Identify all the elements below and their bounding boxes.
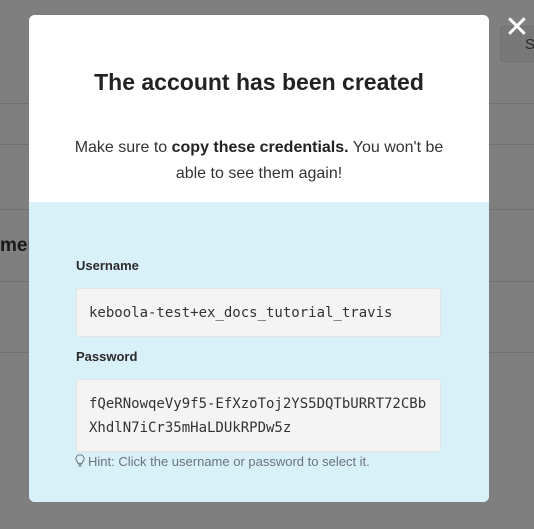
- account-created-modal: The account has been created Make sure t…: [29, 15, 489, 502]
- modal-title: The account has been created: [94, 69, 424, 95]
- credentials-panel: Username keboola-test+ex_docs_tutorial_t…: [29, 202, 489, 502]
- close-icon: ✕: [504, 10, 530, 45]
- hint-text: Hint: Click the username or password to …: [75, 453, 370, 471]
- username-value[interactable]: keboola-test+ex_docs_tutorial_travis: [76, 288, 441, 337]
- password-value[interactable]: fQeRNowqeVy9f5-EfXzoToj2YS5DQTbURRT72CBb…: [76, 379, 441, 452]
- description-bold: copy these credentials.: [171, 139, 349, 156]
- modal-description: Make sure to copy these credentials. You…: [69, 135, 449, 187]
- close-button[interactable]: ✕: [504, 13, 530, 43]
- modal-header: The account has been created Make sure t…: [29, 15, 489, 202]
- username-label: Username: [76, 258, 139, 273]
- lightbulb-icon: [75, 453, 87, 471]
- hint-label: Hint: Click the username or password to …: [88, 454, 370, 469]
- password-label: Password: [76, 349, 138, 364]
- description-prefix: Make sure to: [74, 139, 172, 156]
